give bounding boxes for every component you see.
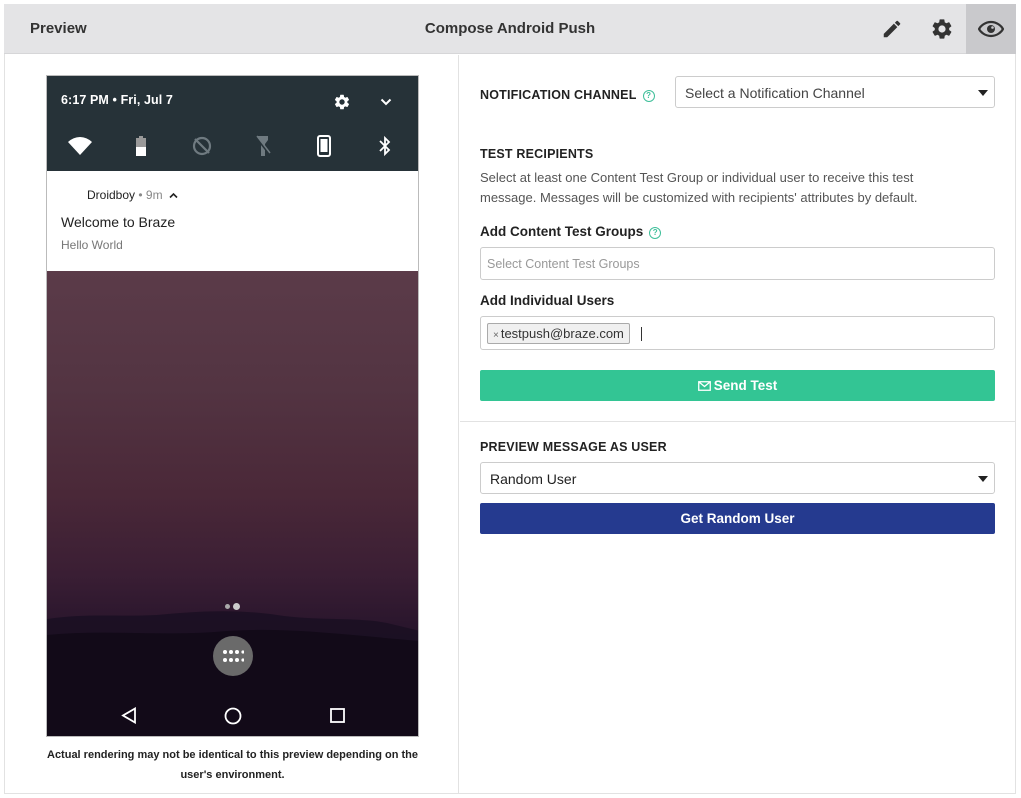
help-icon[interactable]: ? <box>649 227 662 239</box>
preview-title: Preview <box>30 20 87 37</box>
data-saver-icon <box>188 134 216 158</box>
page-indicator <box>225 603 240 610</box>
remove-chip-icon[interactable]: × <box>493 330 499 341</box>
flashlight-icon <box>249 134 277 158</box>
android-nav-bar <box>47 694 418 736</box>
header-bar: Preview Compose Android Push <box>4 4 1016 54</box>
preview-pane: 6:17 PM • Fri, Jul 7 Droidboy • 9m Welco… <box>5 55 459 793</box>
notification-app-line: Droidboy • 9m <box>87 188 178 202</box>
status-time: 6:17 PM • Fri, Jul 7 <box>61 93 173 107</box>
notification-title: Welcome to Braze <box>61 214 176 230</box>
home-icon[interactable] <box>224 707 242 725</box>
individual-users-label: Add Individual Users <box>480 293 615 308</box>
wifi-icon <box>66 134 94 158</box>
content-test-groups-placeholder: Select Content Test Groups <box>487 257 640 271</box>
get-random-user-button[interactable]: Get Random User <box>480 503 995 534</box>
notification-body: Hello World <box>61 238 123 252</box>
app-drawer-button[interactable] <box>213 636 253 676</box>
notification-shade: 6:17 PM • Fri, Jul 7 <box>47 76 418 171</box>
content-test-groups-label: Add Content Test Groups? <box>480 223 662 241</box>
back-icon[interactable] <box>121 707 137 724</box>
send-test-label: Send Test <box>713 378 778 393</box>
preview-disclaimer: Actual rendering may not be identical to… <box>47 749 418 781</box>
settings-button[interactable] <box>917 4 967 54</box>
caret-down-icon <box>978 90 988 96</box>
content-test-groups-text: Add Content Test Groups <box>480 224 644 239</box>
preview-toggle-button[interactable] <box>966 4 1016 54</box>
shade-settings-icon <box>334 94 350 110</box>
notification-channel-label: NOTIFICATION CHANNEL? <box>480 86 655 104</box>
notification-time: • 9m <box>135 188 163 202</box>
battery-icon <box>127 134 155 158</box>
test-recipients-description: Select at least one Content Test Group o… <box>480 170 918 205</box>
notification-channel-text: NOTIFICATION CHANNEL <box>480 88 637 102</box>
test-recipients-heading: TEST RECIPIENTS <box>480 147 594 161</box>
bluetooth-icon <box>371 134 399 158</box>
preview-as-user-heading: PREVIEW MESSAGE AS USER <box>480 440 667 454</box>
individual-users-input[interactable]: × testpush@braze.com <box>480 316 995 350</box>
notification-channel-select[interactable]: Select a Notification Channel <box>675 76 995 108</box>
send-test-button[interactable]: Send Test <box>480 370 995 401</box>
content-test-groups-input[interactable]: Select Content Test Groups <box>480 247 995 280</box>
page-dot <box>225 604 230 609</box>
page-dot-active <box>233 603 240 610</box>
notification-channel-value: Select a Notification Channel <box>685 85 865 101</box>
recents-icon[interactable] <box>330 708 345 723</box>
eye-icon <box>978 20 1004 38</box>
phone-preview: 6:17 PM • Fri, Jul 7 Droidboy • 9m Welco… <box>46 75 419 737</box>
phone-icon <box>310 134 338 158</box>
gear-icon <box>932 19 952 39</box>
push-notification[interactable]: Droidboy • 9m Welcome to Braze Hello Wor… <box>47 171 418 271</box>
notification-app-name: Droidboy <box>87 188 136 202</box>
home-wallpaper <box>47 271 418 736</box>
section-divider <box>460 421 1016 422</box>
user-chip-label: testpush@braze.com <box>500 326 624 341</box>
chevron-up-icon <box>169 192 178 199</box>
edit-button[interactable] <box>867 4 917 54</box>
help-icon[interactable]: ? <box>642 90 655 102</box>
caret-down-icon <box>978 476 988 482</box>
user-chip: × testpush@braze.com <box>487 323 630 344</box>
app-grid-icon <box>223 650 244 662</box>
preview-user-value: Random User <box>490 471 577 487</box>
page-title: Compose Android Push <box>424 20 596 37</box>
pencil-icon <box>883 20 901 38</box>
preview-user-select[interactable]: Random User <box>480 462 995 494</box>
envelope-icon <box>697 381 711 391</box>
text-cursor <box>641 327 642 341</box>
chevron-down-icon <box>380 98 392 106</box>
